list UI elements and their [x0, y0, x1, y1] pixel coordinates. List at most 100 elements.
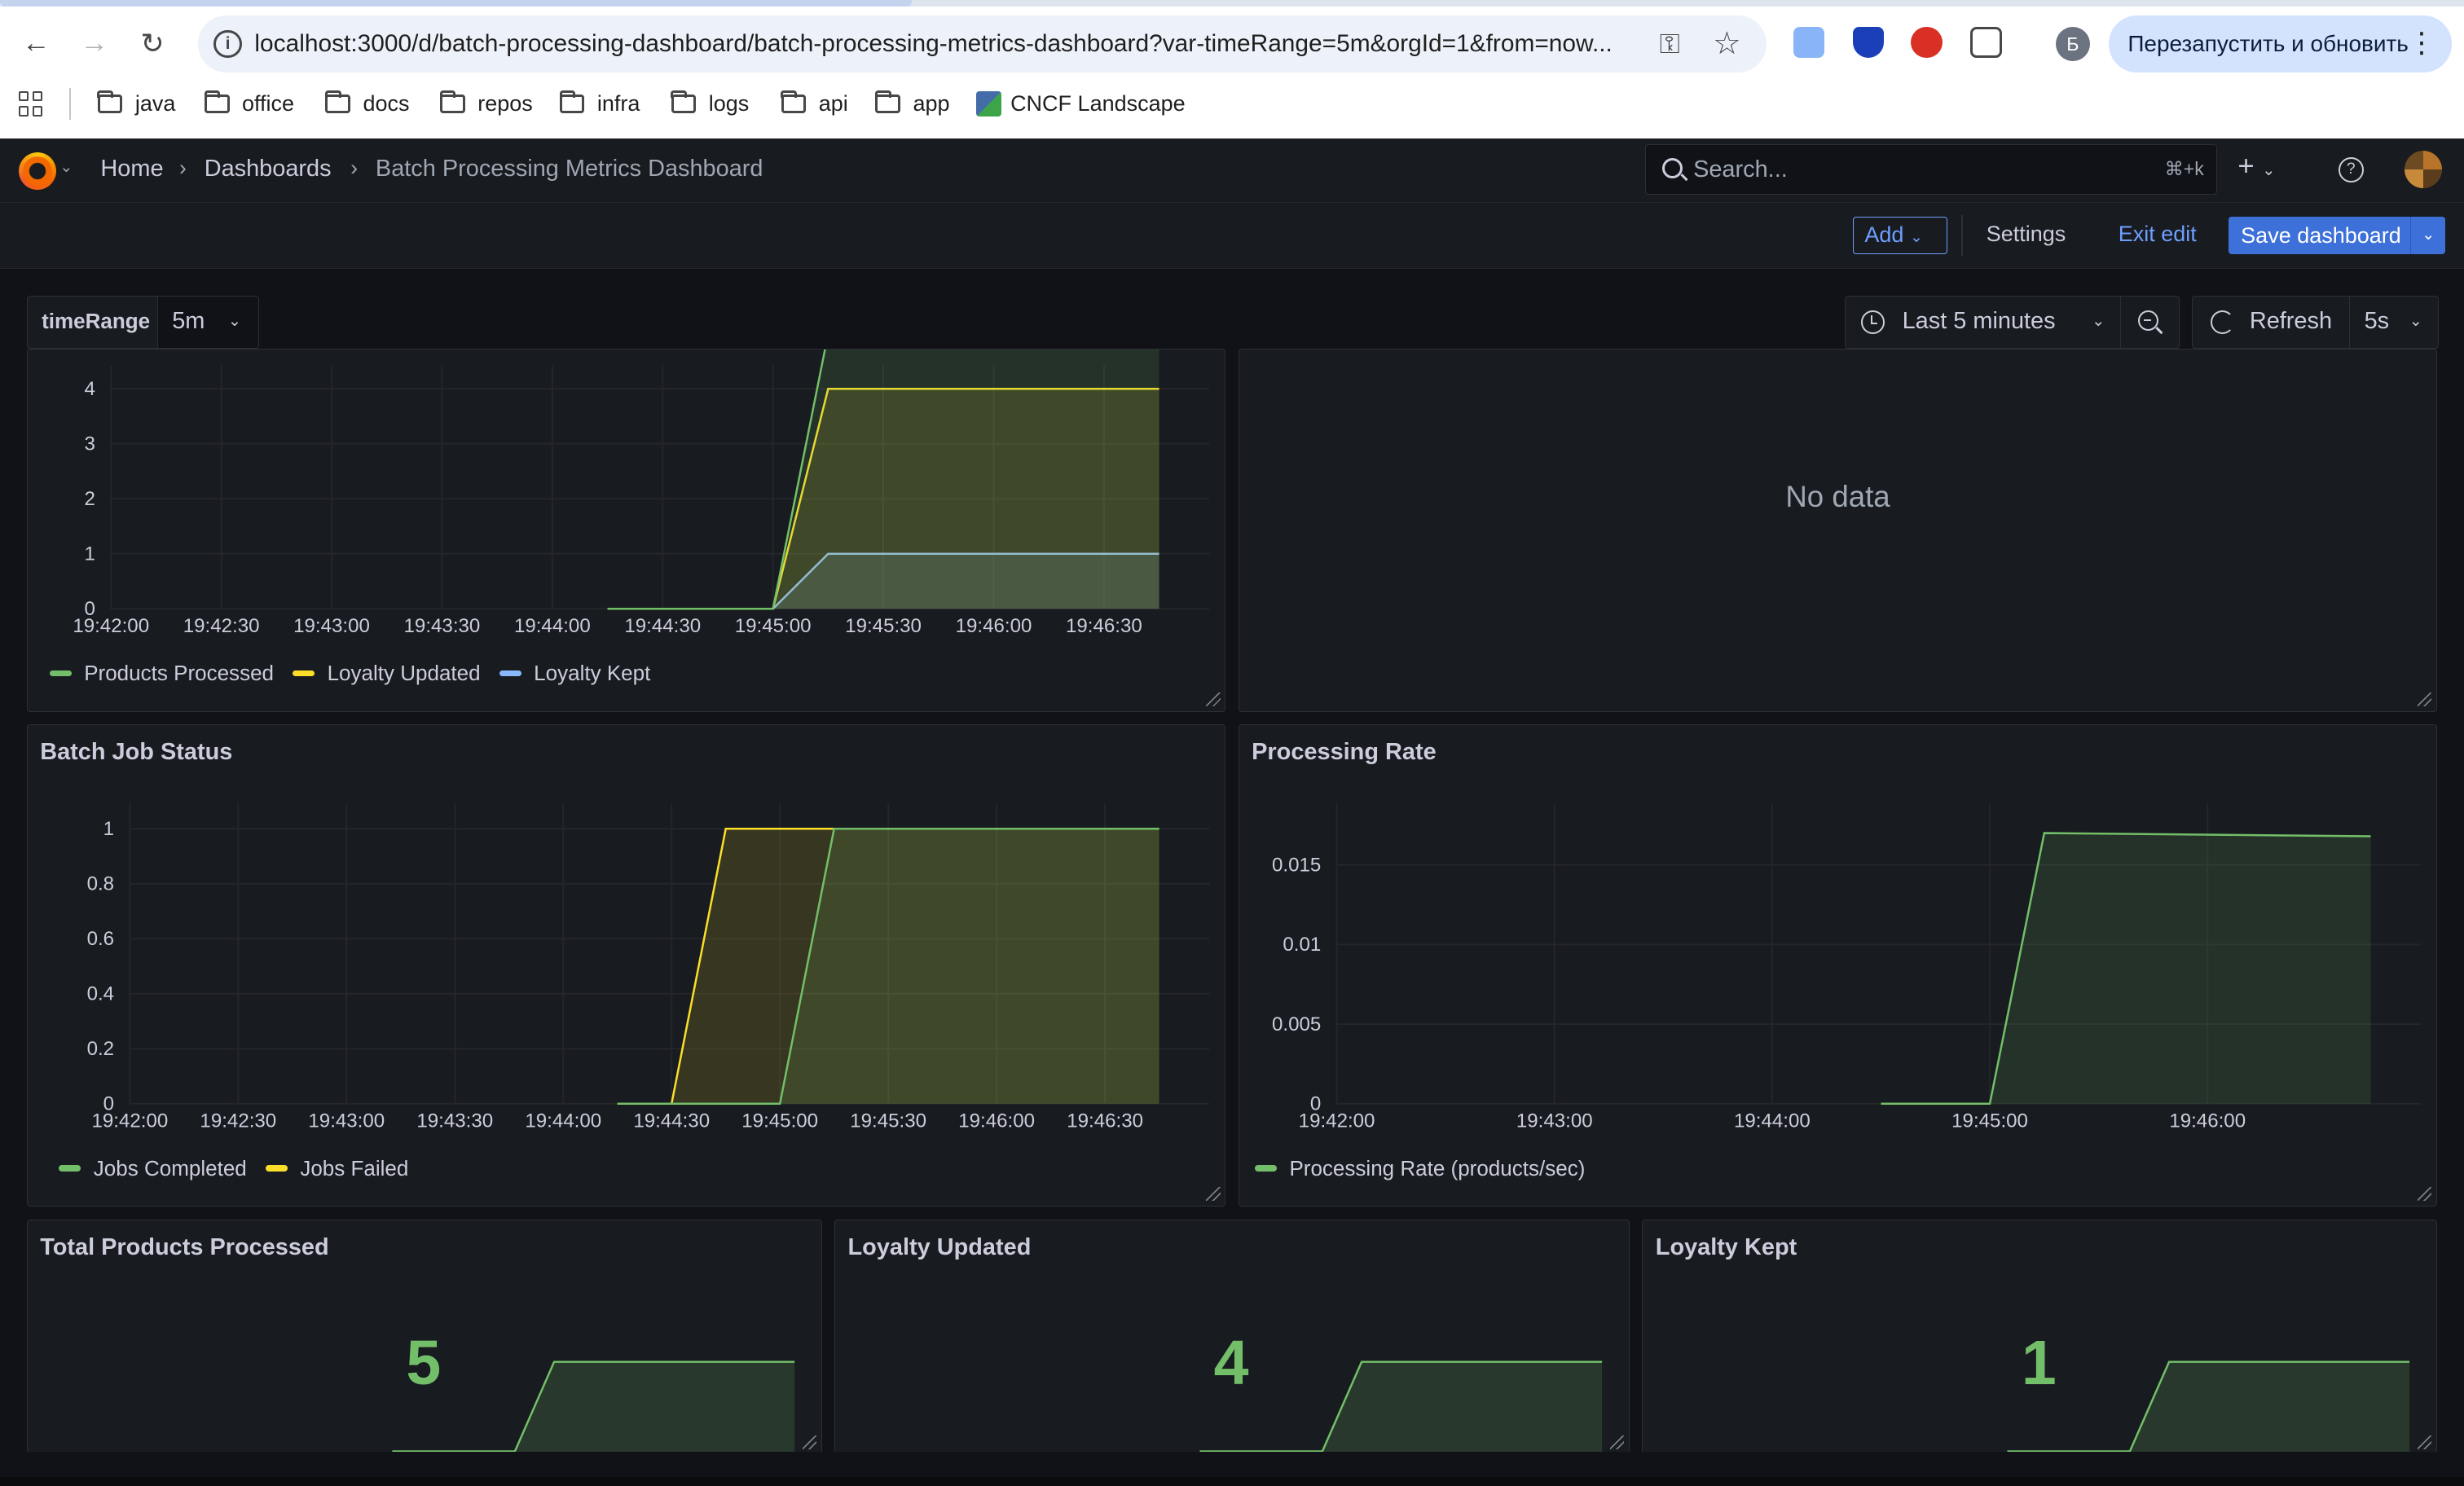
help-icon[interactable]: ? [2338, 156, 2364, 182]
panel-resize-handle[interactable] [1206, 1187, 1221, 1202]
bookmark-java[interactable]: java [97, 88, 175, 120]
bookmark-logs[interactable]: logs [671, 88, 749, 120]
time-range-variable-select[interactable]: 5m ⌄ [156, 295, 260, 350]
panel-resize-handle[interactable] [2418, 692, 2432, 706]
panel-total-products-processed[interactable]: Total Products Processed 5 [26, 1219, 822, 1455]
x-tick-label: 19:46:30 [1066, 615, 1142, 637]
back-icon[interactable]: ← [17, 25, 55, 63]
breadcrumb-separator-icon: › [178, 155, 187, 180]
refresh-icon [2210, 310, 2234, 334]
legend-swatch [49, 670, 72, 677]
bookmark-label: infra [596, 90, 640, 116]
bookmark-office[interactable]: office [204, 88, 294, 120]
bookmark-infra[interactable]: infra [559, 88, 640, 120]
legend-item[interactable]: Loyalty Kept [499, 661, 650, 686]
x-tick-label: 19:44:30 [624, 615, 701, 637]
new-plus-icon[interactable]: + ⌄ [2237, 151, 2275, 182]
legend-item[interactable]: Loyalty Updated [293, 661, 481, 686]
extensions-puzzle-icon[interactable] [1970, 26, 2003, 59]
address-bar[interactable]: i localhost:3000/d/batch-processing-dash… [198, 15, 1767, 73]
bookmark-app[interactable]: app [875, 88, 950, 120]
settings-button[interactable]: Settings [1987, 222, 2066, 247]
folder-icon [204, 90, 230, 113]
y-tick-label: 0.6 [86, 928, 114, 950]
breadcrumb-dashboards[interactable]: Dashboards [205, 156, 332, 182]
folder-icon [97, 90, 123, 113]
chrome-menu-icon[interactable]: ⋮ [2408, 15, 2436, 72]
clock-icon [1861, 310, 1885, 334]
reload-icon[interactable]: ↻ [134, 25, 171, 63]
password-key-icon[interactable]: ⚿ [1660, 29, 1680, 60]
relaunch-label: Перезапустить и обновить [2127, 31, 2409, 57]
search-shortcut: ⌘+k [2164, 157, 2204, 179]
red-extension-icon[interactable] [1911, 26, 1943, 59]
y-tick-label: 4 [84, 378, 95, 400]
translate-extension-icon[interactable] [1793, 26, 1825, 59]
panel-loyalty-updated[interactable]: Loyalty Updated 4 [834, 1219, 1630, 1455]
user-avatar[interactable] [2404, 151, 2443, 189]
bookmark-cncf-landscape[interactable]: CNCF Landscape [975, 88, 1186, 120]
legend-swatch [265, 1165, 288, 1172]
shield-extension-icon[interactable] [1852, 26, 1885, 59]
panel-no-data[interactable]: No data [1238, 349, 2438, 712]
zoom-out-icon [2137, 310, 2158, 331]
time-picker-button[interactable]: Last 5 minutes ⌄ [1845, 295, 2122, 350]
bookmark-docs[interactable]: docs [325, 88, 410, 120]
panel-batch-job-status[interactable]: Batch Job Status 0 0.2 0.4 0.6 0.8 1 19:42:00 1… [26, 724, 1226, 1207]
breadcrumb-current: Batch Processing Metrics Dashboard [375, 155, 763, 182]
forward-icon[interactable]: → [76, 25, 113, 63]
legend: Products Processed Loyalty Updated Loyalty… [49, 661, 670, 686]
chevron-down-icon[interactable]: ⌄ [59, 157, 73, 177]
url-text[interactable]: localhost:3000/d/batch-processing-dashbo… [254, 30, 1637, 58]
add-button[interactable]: Add ⌄ [1852, 217, 1947, 255]
panel-resize-handle[interactable] [2418, 1187, 2432, 1202]
apps-grid-icon[interactable] [19, 90, 44, 117]
panel-resize-handle[interactable] [2418, 1435, 2432, 1450]
zoom-out-button[interactable] [2119, 295, 2180, 350]
legend: Jobs Completed Jobs Failed [59, 1156, 427, 1181]
x-tick-label: 19:42:00 [91, 1110, 168, 1132]
panel-title: Total Products Processed [40, 1233, 329, 1260]
panel-resize-handle[interactable] [1206, 692, 1221, 706]
chevron-down-icon: ⌄ [1909, 229, 1924, 247]
legend-swatch [59, 1165, 81, 1172]
search-input[interactable]: Search... ⌘+k [1645, 144, 2218, 196]
refresh-interval-select[interactable]: 5s ⌄ [2349, 295, 2440, 350]
site-info-icon[interactable]: i [213, 29, 242, 59]
x-tick-label: 19:45:00 [741, 1110, 818, 1132]
y-tick-label: 2 [84, 488, 95, 510]
bookmark-star-icon[interactable]: ☆ [1713, 25, 1741, 62]
y-tick-label: 0.005 [1272, 1013, 1321, 1035]
panel-resize-handle[interactable] [802, 1435, 816, 1450]
legend-item[interactable]: Jobs Failed [265, 1156, 408, 1181]
relaunch-button[interactable]: Перезапустить и обновить ⋮ [2109, 15, 2452, 73]
bookmark-api[interactable]: api [781, 88, 848, 120]
breadcrumb-home[interactable]: Home [100, 156, 163, 182]
x-tick-label: 19:43:00 [1516, 1110, 1593, 1132]
legend-swatch [499, 670, 521, 677]
grafana-logo-icon[interactable] [19, 152, 57, 191]
legend-item[interactable]: Products Processed [49, 661, 274, 686]
y-tick-label: 1 [84, 543, 95, 565]
panel-processing-rate[interactable]: Processing Rate 0 0.005 0.01 0.015 19:42:00 1… [1238, 724, 2438, 1207]
x-tick-label: 19:46:00 [958, 1110, 1035, 1132]
legend-item[interactable]: Processing Rate (products/sec) [1255, 1156, 1585, 1181]
bookmark-repos[interactable]: repos [439, 88, 533, 120]
folder-icon [439, 90, 465, 113]
panel-resize-handle[interactable] [1609, 1435, 1625, 1450]
legend-item[interactable]: Jobs Completed [59, 1156, 247, 1181]
legend-label: Processing Rate (products/sec) [1289, 1155, 1586, 1180]
bookmark-label: CNCF Landscape [1010, 90, 1186, 116]
save-dashboard-button[interactable]: Save dashboard ⌄ [2228, 217, 2445, 255]
bookmark-label: api [818, 90, 848, 116]
x-tick-label: 19:44:00 [1734, 1110, 1811, 1132]
refresh-button[interactable]: Refresh [2192, 295, 2352, 350]
x-tick-label: 19:42:00 [73, 615, 149, 637]
x-tick-label: 19:43:30 [403, 615, 480, 637]
panel-loyalty-kept[interactable]: Loyalty Kept 1 [1642, 1219, 2438, 1455]
panel-processing-counts[interactable]: 0 1 2 3 4 19:42:00 19:42:30 19:43:00 19:43:30 19:… [26, 349, 1226, 712]
chevron-down-icon[interactable]: ⌄ [2410, 217, 2444, 255]
exit-edit-button[interactable]: Exit edit [2119, 222, 2197, 247]
profile-avatar[interactable]: Б [2055, 26, 2091, 62]
folder-icon [559, 90, 585, 113]
